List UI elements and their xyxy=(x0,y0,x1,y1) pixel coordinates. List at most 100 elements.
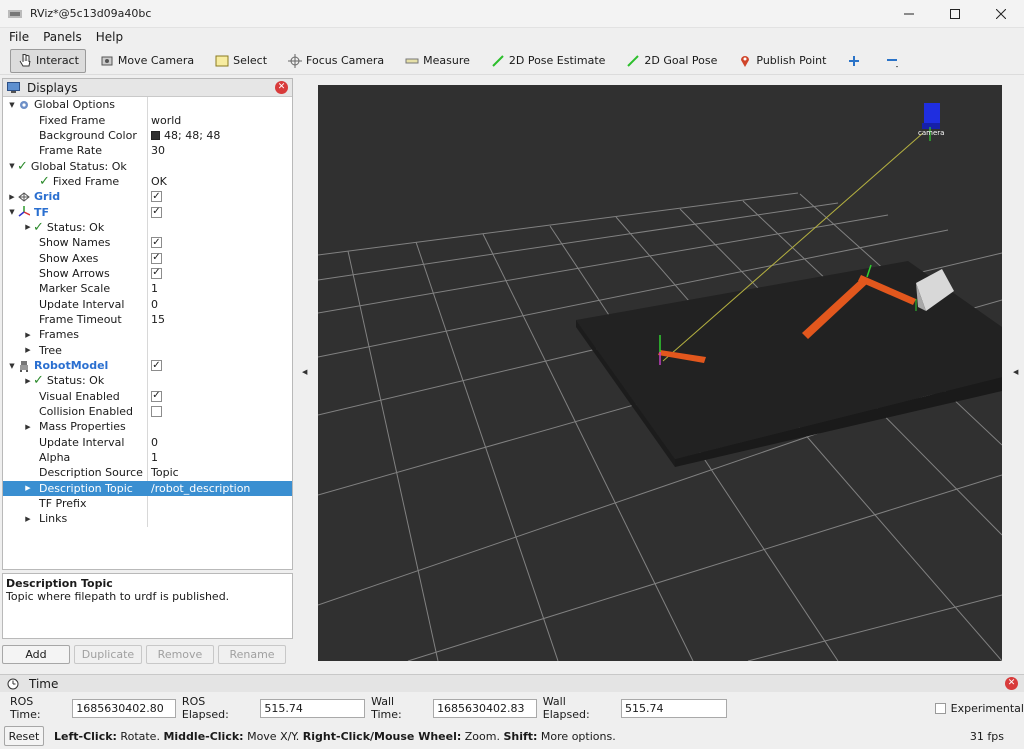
expand-arrow-icon[interactable]: ▼ xyxy=(7,208,17,216)
description-text: Topic where filepath to urdf is publishe… xyxy=(6,590,230,603)
tree-row-global-options[interactable]: ▼ Global Options xyxy=(3,97,292,113)
displays-button-row: Add Duplicate Remove Rename xyxy=(2,645,293,665)
menu-panels[interactable]: Panels xyxy=(38,30,87,44)
remove-tool-button[interactable] xyxy=(878,49,911,73)
show-axes-checkbox[interactable]: ✓ xyxy=(151,252,162,264)
time-title: Time xyxy=(29,676,59,691)
collapse-arrow-icon[interactable]: ▶ xyxy=(23,331,33,339)
tree-row-robot-update-interval[interactable]: Update Interval 0 xyxy=(3,434,292,450)
measure-tool-button[interactable]: Measure xyxy=(397,49,477,73)
tree-row-visual-enabled[interactable]: Visual Enabled ✓ xyxy=(3,388,292,404)
move-camera-tool-button[interactable]: Move Camera xyxy=(92,49,201,73)
tree-label: Status: Ok xyxy=(46,220,105,234)
tree-value: 1 xyxy=(151,282,158,296)
menu-file[interactable]: File xyxy=(4,30,34,44)
tree-row-robotmodel[interactable]: ▼ RobotModel ✓ xyxy=(3,357,292,374)
collapse-arrow-icon[interactable]: ▶ xyxy=(23,515,33,523)
maximize-button[interactable] xyxy=(932,0,978,28)
tree-row-marker-scale[interactable]: Marker Scale 1 xyxy=(3,281,292,297)
wall-time-field[interactable]: 1685630402.83 xyxy=(433,698,537,718)
tree-row-robot-status[interactable]: ▶ ✓ Status: Ok xyxy=(3,373,292,389)
tree-row-frame-rate[interactable]: Frame Rate 30 xyxy=(3,143,292,159)
tree-label: TF xyxy=(34,205,50,219)
description-title: Description Topic xyxy=(6,577,113,590)
color-swatch[interactable] xyxy=(151,130,160,140)
publish-point-tool-button[interactable]: Publish Point xyxy=(730,49,833,73)
tree-row-tf-prefix[interactable]: TF Prefix xyxy=(3,495,292,512)
tree-row-frames[interactable]: ▶ Frames xyxy=(3,327,292,343)
minimize-button[interactable] xyxy=(886,0,932,28)
show-names-checkbox[interactable]: ✓ xyxy=(151,237,162,249)
wall-elapsed-field[interactable]: 515.74 xyxy=(620,698,727,718)
ros-time-field[interactable]: 1685630402.80 xyxy=(72,698,176,718)
tree-label: Tree xyxy=(39,343,62,357)
tree-row-show-names[interactable]: Show Names ✓ xyxy=(3,235,292,251)
collapse-arrow-icon[interactable]: ▶ xyxy=(23,223,33,231)
tf-enabled-checkbox[interactable]: ✓ xyxy=(151,206,162,218)
pose-estimate-tool-button[interactable]: 2D Pose Estimate xyxy=(483,49,613,73)
robotmodel-enabled-checkbox[interactable]: ✓ xyxy=(151,360,162,372)
tree-row-fixed-frame-status[interactable]: ✓ Fixed Frame OK xyxy=(3,173,292,190)
collapse-arrow-icon[interactable]: ▶ xyxy=(23,484,33,492)
rviz-app-icon xyxy=(8,7,22,21)
tree-row-tf-status[interactable]: ▶ ✓ Status: Ok xyxy=(3,219,292,236)
tree-row-tree[interactable]: ▶ Tree xyxy=(3,342,292,358)
tree-label: Update Interval xyxy=(39,297,125,311)
rename-display-button[interactable]: Rename xyxy=(218,645,286,664)
select-tool-button[interactable]: Select xyxy=(207,49,274,73)
tree-row-grid[interactable]: ▶ Grid ✓ xyxy=(3,189,292,205)
tree-row-show-axes[interactable]: Show Axes ✓ xyxy=(3,250,292,266)
tree-label: Show Arrows xyxy=(39,266,110,280)
select-icon xyxy=(214,53,230,69)
expand-arrow-icon[interactable]: ▼ xyxy=(7,101,17,109)
tree-row-mass-properties[interactable]: ▶ Mass Properties xyxy=(3,419,292,435)
reset-button[interactable]: Reset xyxy=(4,726,44,746)
render-viewport[interactable]: camera xyxy=(318,85,1002,661)
tree-row-links[interactable]: ▶ Links xyxy=(3,511,292,527)
close-time-icon[interactable]: ✕ xyxy=(1005,677,1018,690)
menu-help[interactable]: Help xyxy=(91,30,128,44)
tree-row-update-interval[interactable]: Update Interval 0 xyxy=(3,296,292,312)
expand-arrow-icon[interactable]: ▼ xyxy=(7,362,17,370)
collapse-arrow-icon[interactable]: ▶ xyxy=(7,193,17,201)
add-display-button[interactable]: Add xyxy=(2,645,70,664)
show-arrows-checkbox[interactable]: ✓ xyxy=(151,267,162,279)
tree-row-show-arrows[interactable]: Show Arrows ✓ xyxy=(3,265,292,282)
visual-enabled-checkbox[interactable]: ✓ xyxy=(151,390,162,402)
tree-row-frame-timeout[interactable]: Frame Timeout 15 xyxy=(3,311,292,328)
tree-row-description-source[interactable]: Description Source Topic xyxy=(3,465,292,481)
expand-arrow-icon[interactable]: ▼ xyxy=(7,162,17,170)
tree-row-alpha[interactable]: Alpha 1 xyxy=(3,449,292,466)
tree-label: Frame Timeout xyxy=(39,312,122,326)
close-displays-icon[interactable]: ✕ xyxy=(275,81,288,94)
collapse-arrow-icon[interactable]: ▶ xyxy=(23,346,33,354)
tree-row-collision-enabled[interactable]: Collision Enabled xyxy=(3,403,292,420)
add-tool-button[interactable] xyxy=(839,49,872,73)
title-bar: RViz*@5c13d09a40bc xyxy=(0,0,1024,28)
tree-value: /robot_description xyxy=(151,481,251,495)
focus-camera-label: Focus Camera xyxy=(306,54,385,67)
collapse-arrow-icon[interactable]: ▶ xyxy=(23,423,33,431)
left-splitter-arrow-icon[interactable]: ◀ xyxy=(302,368,307,376)
interact-label: Interact xyxy=(36,54,79,67)
displays-panel-header: Displays ✕ xyxy=(3,79,292,97)
collision-enabled-checkbox[interactable] xyxy=(151,406,162,418)
right-splitter-arrow-icon[interactable]: ◀ xyxy=(1013,368,1018,376)
tree-row-background-color[interactable]: Background Color 48; 48; 48 xyxy=(3,127,292,144)
tree-row-description-topic[interactable]: ▶ Description Topic /robot_description xyxy=(3,480,292,496)
tree-row-fixed-frame[interactable]: Fixed Frame world xyxy=(3,112,292,128)
interact-tool-button[interactable]: Interact xyxy=(10,48,86,73)
focus-camera-tool-button[interactable]: Focus Camera xyxy=(280,49,391,73)
grid-enabled-checkbox[interactable]: ✓ xyxy=(151,191,162,203)
ros-elapsed-field[interactable]: 515.74 xyxy=(260,698,366,718)
tree-label: RobotModel xyxy=(34,359,109,373)
fps-counter: 31 fps xyxy=(969,729,1004,743)
experimental-checkbox[interactable] xyxy=(934,702,946,714)
remove-display-button[interactable]: Remove xyxy=(146,645,214,664)
collapse-arrow-icon[interactable]: ▶ xyxy=(23,377,33,385)
close-window-button[interactable] xyxy=(978,0,1024,28)
goal-pose-tool-button[interactable]: 2D Goal Pose xyxy=(618,49,724,73)
tree-row-global-status[interactable]: ▼ ✓ Global Status: Ok xyxy=(3,158,292,174)
tree-row-tf[interactable]: ▼ TF ✓ xyxy=(3,204,292,220)
duplicate-display-button[interactable]: Duplicate xyxy=(74,645,142,664)
